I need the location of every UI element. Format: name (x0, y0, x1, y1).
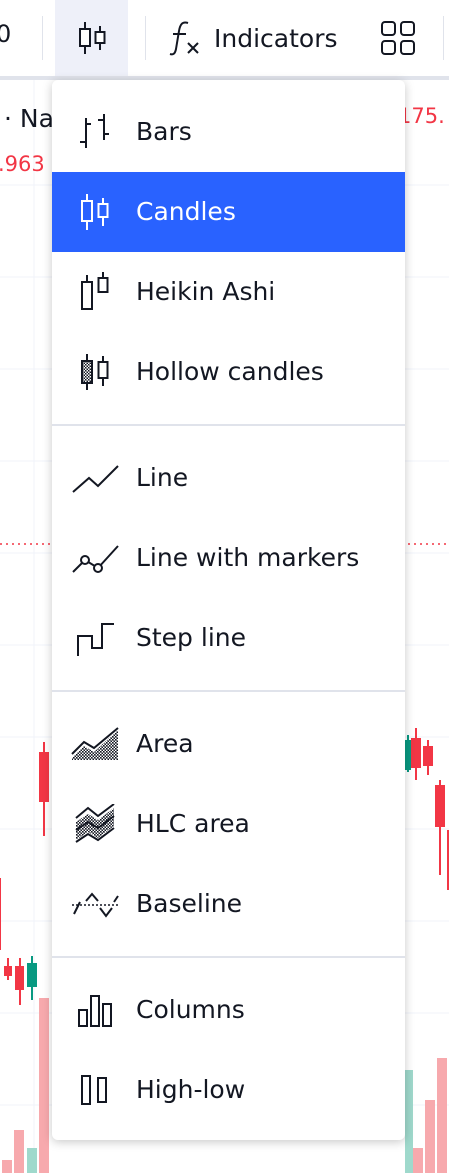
line-markers-icon (72, 545, 119, 573)
symbol-legend[interactable]: · Na (4, 104, 54, 133)
volume-bars-right (405, 1058, 447, 1173)
indicators-button[interactable]: Indicators (168, 12, 338, 64)
step-line-icon (77, 623, 114, 656)
menu-item-heikin-ashi[interactable]: Heikin Ashi (52, 252, 405, 332)
area-icon (71, 727, 119, 760)
menu-divider (52, 424, 405, 426)
toolbar-partial-label[interactable]: 0 (0, 20, 11, 48)
menu-item-label: Heikin Ashi (136, 277, 276, 306)
menu-item-hlc-area[interactable]: HLC area (52, 784, 405, 864)
hlc-area-icon (75, 804, 115, 843)
menu-item-hollow-candles[interactable]: Hollow candles (52, 332, 405, 412)
menu-item-bars[interactable]: Bars (52, 92, 405, 172)
menu-item-candles[interactable]: Candles (52, 172, 405, 252)
layout-grid-icon[interactable] (380, 20, 416, 56)
toolbar-divider (145, 16, 146, 60)
volume-bars-left (2, 998, 49, 1173)
candles-icon (81, 194, 109, 230)
candles-left (0, 742, 49, 1005)
menu-item-label: High-low (136, 1075, 246, 1104)
baseline-icon (72, 892, 120, 918)
menu-item-step-line[interactable]: Step line (52, 598, 405, 678)
indicators-label: Indicators (214, 23, 338, 53)
menu-item-label: Hollow candles (136, 357, 324, 386)
chart-type-button[interactable] (55, 0, 128, 76)
menu-item-high-low[interactable]: High-low (52, 1050, 405, 1130)
menu-divider (52, 690, 405, 692)
hollow-candles-icon (81, 354, 109, 390)
menu-item-area[interactable]: Area (52, 704, 405, 784)
menu-item-label: Bars (136, 117, 192, 146)
toolbar-divider (443, 16, 444, 60)
top-toolbar: 0 Indicators (0, 0, 449, 76)
menu-item-label: Line with markers (136, 543, 360, 572)
menu-item-label: Baseline (136, 889, 242, 918)
candles-right (405, 728, 449, 890)
chart-type-dropdown: Bars Candles Heikin Ashi Hollow candles … (52, 80, 405, 1140)
menu-item-label: Step line (136, 623, 246, 652)
menu-item-label: HLC area (136, 809, 250, 838)
menu-item-label: Line (136, 463, 189, 492)
legend-price-value: 175. (398, 104, 445, 128)
menu-item-line-with-markers[interactable]: Line with markers (52, 518, 405, 598)
legend-price-value: .963 (0, 152, 45, 176)
high-low-icon (81, 1075, 107, 1105)
line-icon (72, 465, 119, 493)
function-icon (169, 21, 199, 56)
heikin-ashi-icon (81, 272, 109, 310)
menu-item-label: Columns (136, 995, 245, 1024)
bars-icon (80, 114, 109, 148)
toolbar-divider (42, 16, 43, 60)
menu-item-label: Area (136, 729, 194, 758)
menu-item-label: Candles (136, 197, 236, 226)
candles-icon (78, 22, 105, 54)
menu-divider (52, 956, 405, 958)
menu-item-baseline[interactable]: Baseline (52, 864, 405, 944)
menu-item-columns[interactable]: Columns (52, 970, 405, 1050)
columns-icon (78, 995, 112, 1027)
menu-item-line[interactable]: Line (52, 438, 405, 518)
